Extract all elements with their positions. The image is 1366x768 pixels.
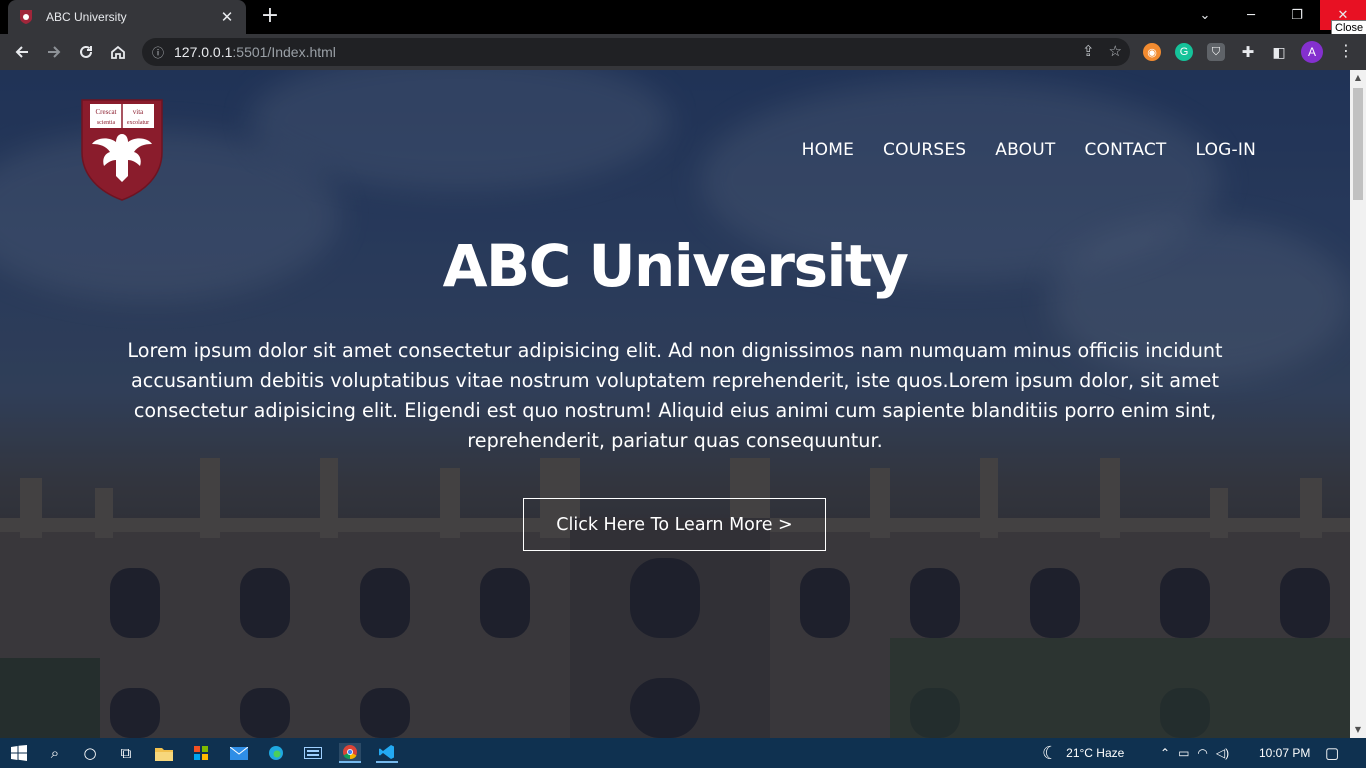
university-crest-favicon-icon [18,9,34,25]
search-icon[interactable]: ⌕ [44,743,66,763]
shield-extension-icon[interactable]: ⛉ [1207,43,1225,61]
windows-taskbar: ⌕ ○ ⧉ ☾ 21°C Haze ⌃ ▭ ◠ ◁) 10:07 PM ▢ [0,738,1366,768]
address-bar[interactable]: ⓘ 127.0.0.1:5501/Index.html ⇪ ☆ [142,38,1130,66]
grammarly-extension-icon[interactable]: G [1175,43,1193,61]
share-icon[interactable]: ⇪ [1082,42,1095,60]
scroll-down-arrow-icon[interactable]: ▼ [1350,722,1366,738]
back-arrow-icon[interactable] [10,40,34,64]
side-panel-icon[interactable]: ◧ [1270,43,1288,61]
scroll-up-arrow-icon[interactable]: ▲ [1350,70,1366,86]
svg-text:excolatur: excolatur [127,120,149,126]
clock[interactable]: 10:07 PM [1259,738,1310,768]
reload-icon[interactable] [74,40,98,64]
hero-section: Crescat scientia vita excolatur HOME COU… [0,70,1350,738]
nav-login[interactable]: LOG-IN [1196,140,1256,160]
main-nav: HOME COURSES ABOUT CONTACT LOG-IN [802,140,1256,160]
task-view-icon[interactable]: ⧉ [115,743,137,763]
browser-tab[interactable]: ABC University ✕ [8,0,246,34]
battery-icon[interactable]: ▭ [1178,746,1189,760]
learn-more-button[interactable]: Click Here To Learn More > [523,498,826,551]
rss-extension-icon[interactable]: ◉ [1143,43,1161,61]
restore-button[interactable]: ❐ [1274,0,1320,30]
windows-start-icon[interactable] [8,743,30,763]
microsoft-store-icon[interactable] [190,743,212,763]
weather-widget[interactable]: ☾ 21°C Haze [1042,738,1124,768]
browser-tab-strip: ABC University ✕ + ⌄ ─ ❐ ✕ Close [0,0,1366,36]
file-explorer-icon[interactable] [153,743,175,763]
browser-toolbar: ⓘ 127.0.0.1:5501/Index.html ⇪ ☆ ◉ G ⛉ ✚ … [0,34,1366,70]
nav-contact[interactable]: CONTACT [1084,140,1166,160]
edge-browser-icon[interactable] [265,743,287,763]
browser-menu-icon[interactable]: ⋮ [1336,41,1356,60]
nav-courses[interactable]: COURSES [883,140,966,160]
chrome-taskbar-icon[interactable] [339,743,361,763]
tab-title: ABC University [46,10,127,24]
svg-text:scientia: scientia [97,120,116,126]
nav-about[interactable]: ABOUT [995,140,1055,160]
page-scrollbar[interactable]: ▲ ▼ [1350,70,1366,738]
bookmark-star-icon[interactable]: ☆ [1109,42,1122,60]
tab-search-chevron-icon[interactable]: ⌄ [1182,0,1228,30]
notifications-icon[interactable]: ▢ [1325,738,1339,768]
nav-home[interactable]: HOME [802,140,854,160]
system-tray-icons: ⌃ ▭ ◠ ◁) [1160,738,1229,768]
site-info-icon[interactable]: ⓘ [142,44,174,61]
wifi-icon[interactable]: ◠ [1197,746,1207,760]
keyboard-icon[interactable] [302,743,324,763]
hero-description: Lorem ipsum dolor sit amet consectetur a… [127,339,1223,452]
volume-icon[interactable]: ◁) [1216,746,1229,760]
hero-title: ABC University [442,232,909,300]
home-icon[interactable] [106,40,130,64]
scrollbar-thumb[interactable] [1353,88,1363,200]
profile-avatar[interactable]: A [1301,41,1323,63]
forward-arrow-icon[interactable] [42,40,66,64]
extensions-puzzle-icon[interactable]: ✚ [1239,43,1257,61]
mail-icon[interactable] [228,743,250,763]
weather-moon-icon: ☾ [1042,742,1059,763]
tab-close-icon[interactable]: ✕ [218,8,236,26]
cortana-icon[interactable]: ○ [79,743,101,763]
chevron-up-icon[interactable]: ⌃ [1160,746,1170,760]
university-crest-logo[interactable]: Crescat scientia vita excolatur [80,98,164,202]
minimize-button[interactable]: ─ [1228,0,1274,30]
vscode-taskbar-icon[interactable] [376,743,398,763]
new-tab-button[interactable]: + [257,4,283,30]
svg-text:vita: vita [133,108,144,116]
url-text: 127.0.0.1:5501/Index.html [174,44,336,60]
weather-text: 21°C Haze [1066,746,1125,760]
svg-text:Crescat: Crescat [96,108,117,116]
